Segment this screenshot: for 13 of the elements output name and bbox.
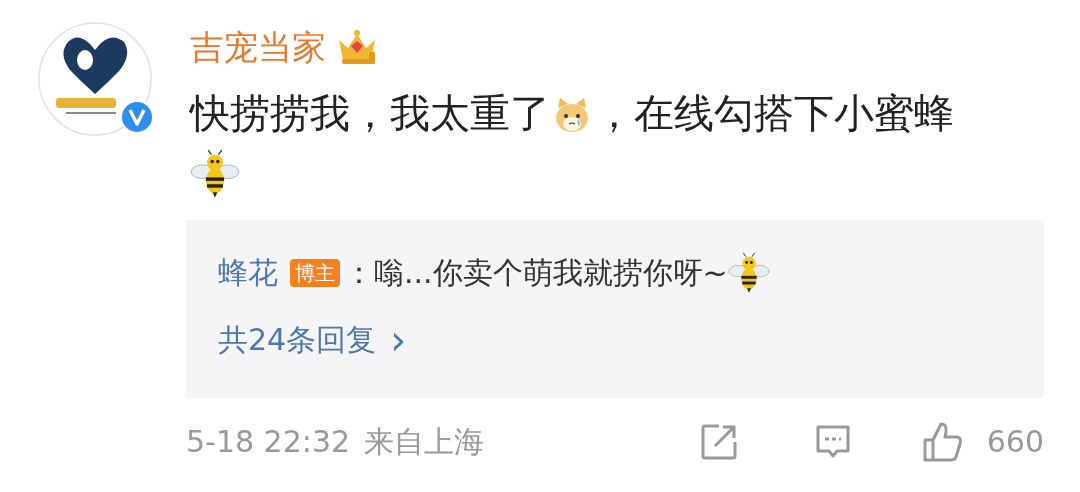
like-count: 660: [986, 427, 1044, 457]
reply-author[interactable]: 蜂花: [218, 258, 278, 288]
reply-text: ：嗡...你卖个萌我就捞你呀~: [344, 252, 770, 294]
more-replies-link[interactable]: 共24条回复 ›: [218, 320, 407, 360]
author-badge: 博主: [290, 259, 340, 287]
comment-time: 5-18 22:32: [186, 427, 351, 457]
bee-icon: [727, 252, 770, 294]
author-name[interactable]: 吉宠当家: [190, 30, 326, 64]
comment-text: 快捞捞我，我太重了 ，在线勾搭下小蜜蜂: [190, 84, 990, 200]
avatar[interactable]: [38, 22, 152, 136]
comment-location: 来自上海: [364, 427, 485, 457]
bee-icon: [190, 149, 240, 199]
crown-icon: [336, 28, 378, 66]
